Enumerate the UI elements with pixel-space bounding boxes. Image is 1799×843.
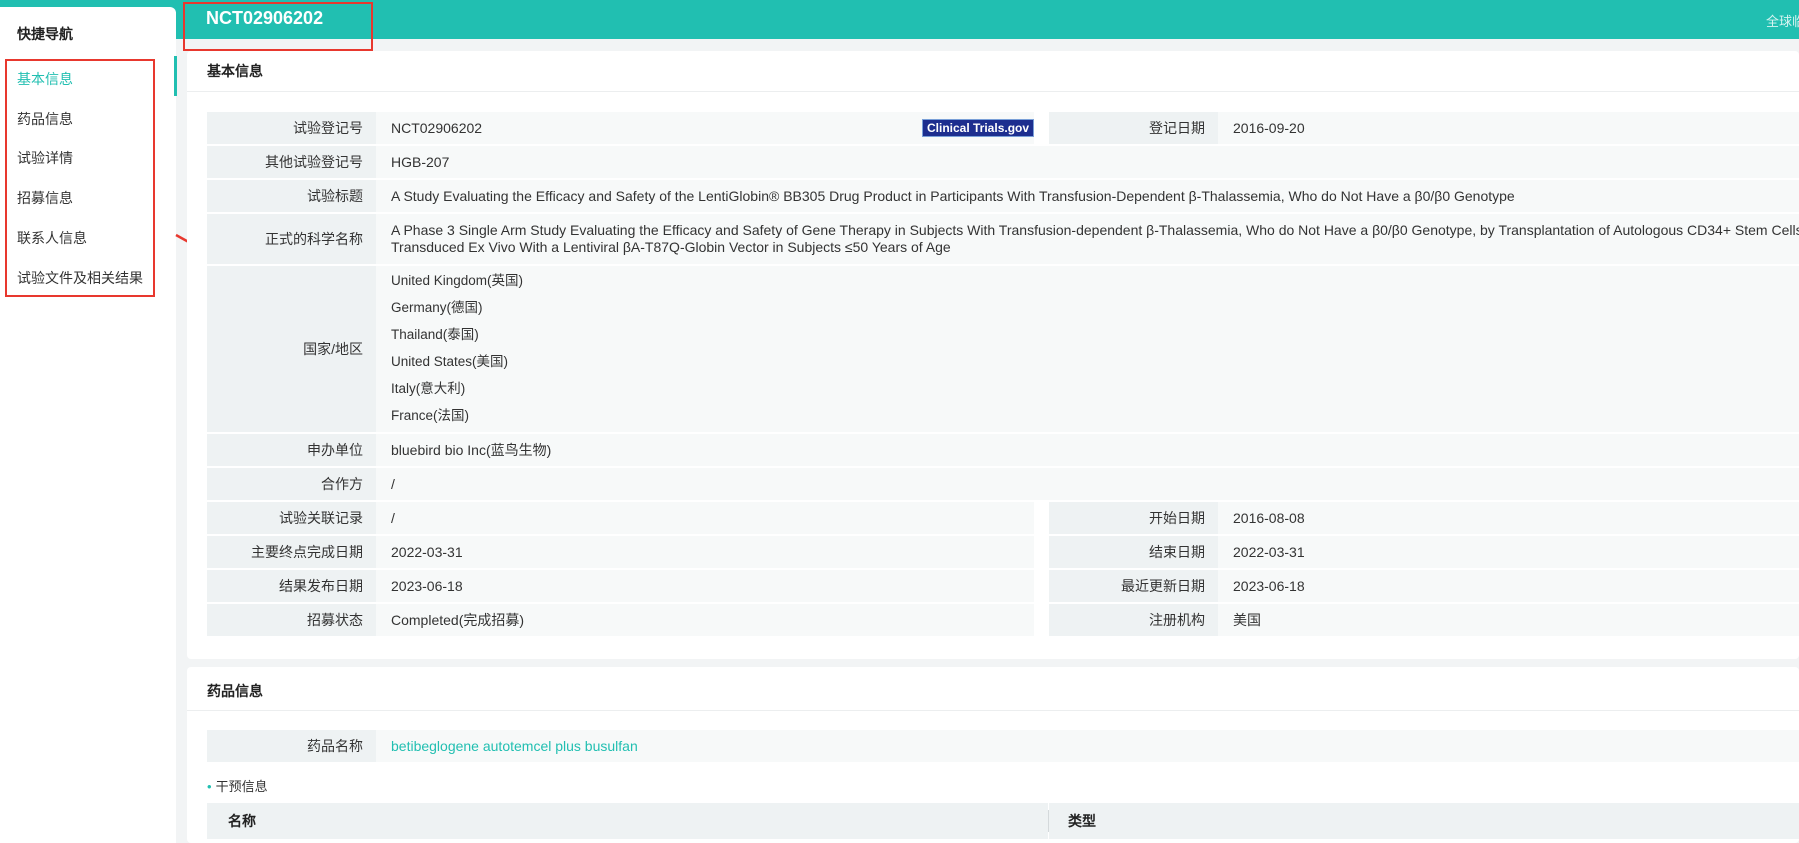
country-item: Thailand(泰国) [391, 327, 479, 342]
drug-name-value: betibeglogene autotemcel plus busulfan [376, 730, 1799, 762]
country-list: United Kingdom(英国) Germany(德国) Thailand(… [376, 266, 1799, 432]
basic-info-card: 基本信息 试验登记号 NCT02906202 Clinical Trials.g… [187, 51, 1799, 659]
result-date-label: 结果发布日期 [207, 570, 376, 602]
section-divider [187, 91, 1799, 92]
start-date-value: 2016-08-08 [1218, 502, 1799, 534]
end-date-label: 结束日期 [1049, 536, 1218, 568]
sci-name-value: A Phase 3 Single Arm Study Evaluating th… [376, 214, 1799, 264]
nav-annotation-box [5, 59, 155, 297]
basic-info-title: 基本信息 [207, 63, 263, 79]
reg-date-value: 2016-09-20 [1218, 112, 1799, 144]
status-label: 招募状态 [207, 604, 376, 636]
sponsor-value: bluebird bio Inc(蓝鸟生物) [376, 434, 1799, 466]
primary-end-label: 主要终点完成日期 [207, 536, 376, 568]
linked-record-value: / [376, 502, 1034, 534]
table-header-name: 名称 [207, 803, 1048, 839]
start-date-label: 开始日期 [1049, 502, 1218, 534]
country-item: United Kingdom(英国) [391, 273, 524, 288]
end-date-value: 2022-03-31 [1218, 536, 1799, 568]
linked-record-label: 试验关联记录 [207, 502, 376, 534]
country-item: United States(美国) [391, 354, 509, 369]
trial-id-annotation-box [183, 2, 373, 51]
sci-name-line-1: A Phase 3 Single Arm Study Evaluating th… [391, 222, 1799, 238]
drug-info-card: 药品信息 药品名称 betibeglogene autotemcel plus … [187, 667, 1799, 843]
intervention-title: 干预信息 [215, 779, 268, 794]
header-cell-name: 名称 [228, 813, 256, 829]
reg-date-label: 登记日期 [1049, 112, 1218, 144]
sci-name-label: 正式的科学名称 [207, 214, 376, 264]
drug-info-title: 药品信息 [207, 683, 263, 699]
registry-label: 注册机构 [1049, 604, 1218, 636]
country-item: Germany(德国) [391, 300, 483, 315]
trial-title-value: A Study Evaluating the Efficacy and Safe… [376, 180, 1799, 212]
table-header-type: 类型 [1049, 803, 1799, 839]
bullet-icon: • [207, 779, 212, 794]
country-item: Italy(意大利) [391, 381, 466, 396]
sci-name-line-2: Transduced Ex Vivo With a Lentiviral βA-… [391, 239, 951, 255]
other-reg-label: 其他试验登记号 [207, 146, 376, 178]
active-indicator [174, 56, 177, 96]
reg-no-label: 试验登记号 [207, 112, 376, 144]
partner-value: / [376, 468, 1799, 500]
country-label: 国家/地区 [207, 266, 376, 432]
partner-label: 合作方 [207, 468, 376, 500]
drug-name-link[interactable]: betibeglogene autotemcel plus busulfan [391, 738, 638, 754]
country-item: France(法国) [391, 408, 470, 423]
updated-date-value: 2023-06-18 [1218, 570, 1799, 602]
quick-nav-title: 快捷导航 [17, 26, 73, 42]
section-divider [187, 710, 1799, 711]
header-cell-type: 类型 [1068, 813, 1096, 829]
intervention-heading: • 干预信息 [207, 776, 268, 795]
other-reg-value: HGB-207 [376, 146, 1799, 178]
registry-value: 美国 [1218, 604, 1799, 636]
trial-title-label: 试验标题 [207, 180, 376, 212]
primary-end-value: 2022-03-31 [376, 536, 1034, 568]
result-date-value: 2023-06-18 [376, 570, 1034, 602]
top-bar-link[interactable]: 全球临 [1766, 11, 1799, 30]
updated-date-label: 最近更新日期 [1049, 570, 1218, 602]
status-value: Completed(完成招募) [376, 604, 1034, 636]
clinicaltrials-badge[interactable]: Clinical Trials.gov [922, 119, 1035, 137]
drug-name-label: 药品名称 [207, 730, 376, 762]
sponsor-label: 申办单位 [207, 434, 376, 466]
